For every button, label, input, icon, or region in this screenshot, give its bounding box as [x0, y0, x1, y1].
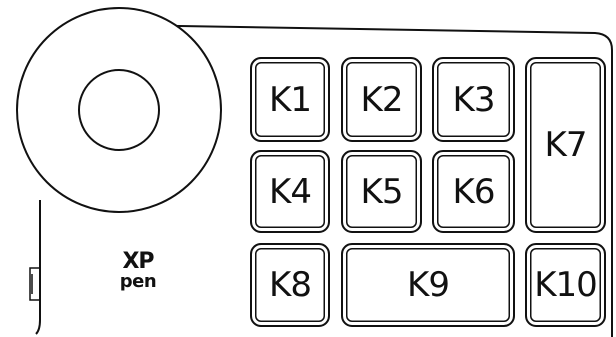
key-k10[interactable]: K10 — [525, 243, 606, 327]
key-k5[interactable]: K5 — [341, 150, 422, 233]
key-k3[interactable]: K3 — [432, 57, 515, 142]
brand-logo-line1: XP — [122, 249, 154, 274]
key-k1[interactable]: K1 — [250, 57, 330, 142]
key-k7[interactable]: K7 — [525, 57, 606, 233]
brand-logo: XP pen — [110, 249, 166, 292]
dial-center-button[interactable] — [78, 69, 160, 151]
key-k4[interactable]: K4 — [250, 150, 330, 233]
brand-logo-line2: pen — [119, 270, 157, 292]
key-k9[interactable]: K9 — [341, 243, 515, 327]
key-k6[interactable]: K6 — [432, 150, 515, 233]
key-k8[interactable]: K8 — [250, 243, 330, 327]
side-button-icon — [29, 267, 40, 301]
key-k2[interactable]: K2 — [341, 57, 422, 142]
